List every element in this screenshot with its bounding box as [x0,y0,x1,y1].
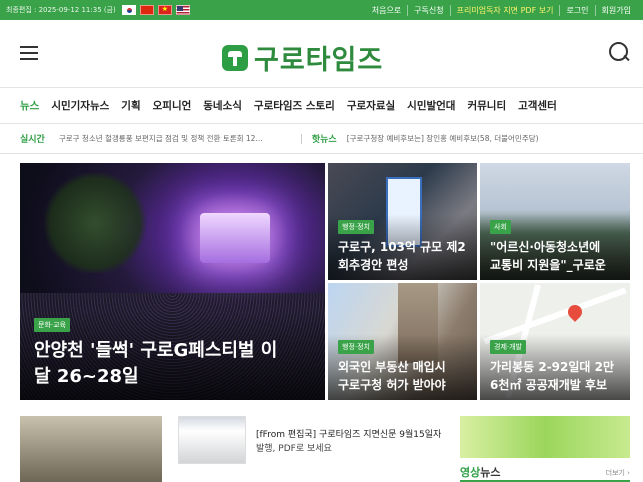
card-title-line: 6천㎡ 공공재개발 후보 [490,378,608,392]
nav-item-citizen-reporter[interactable]: 시민기자뉴스 [51,98,109,113]
video-title-accent: 영상 [460,466,481,479]
signup-link[interactable]: 회원가입 [594,4,637,16]
main-feature-article[interactable]: 문화·교육 안양천 '들썩' 구로G페스티벌 이 달 26~28일 [20,163,325,400]
article-card[interactable]: 경제·개발 가리봉동 2-92일대 2만 6천㎡ 공공재개발 후보 [480,283,630,400]
korean-flag-icon[interactable] [121,5,136,15]
nav-item-opinion[interactable]: 오피니언 [153,98,192,113]
card-title-line: 구로구청 허가 받아야 [338,378,446,392]
article-card[interactable]: 사회 "어르신·아동청소년에 교통비 지원을"_구로운 [480,163,630,280]
ticker-divider [300,133,302,144]
search-icon[interactable] [609,42,631,64]
premium-pdf-link[interactable]: 프리미엄독자 지면 PDF 보기 [449,4,560,16]
hot-news-label: 핫뉴스 [311,135,337,145]
home-link[interactable]: 처음으로 [366,5,407,16]
site-header: 구로타임즈 [0,20,643,88]
nav-item-support[interactable]: 고객센터 [518,98,557,113]
card-title: 구로구, 103억 규모 제2 회추경안 편성 [338,238,467,274]
card-title: 외국인 부동산 매입시 구로구청 허가 받아야 [338,358,467,394]
feature-title-line: 달 26~28일 [34,366,139,387]
site-logo[interactable]: 구로타임즈 [222,38,383,77]
card-title: 가리봉동 2-92일대 2만 6천㎡ 공공재개발 후보 [490,358,620,394]
top-utility-bar: 최종편집 : 2025-09-12 11:35 (금) 처음으로 구독신청 프리… [0,0,643,20]
card-title-line: 외국인 부동산 매입시 [338,360,446,374]
chinese-flag-icon[interactable] [139,5,154,15]
category-badge: 문화·교육 [34,318,70,332]
category-badge: 경제·개발 [490,340,526,354]
card-caption: 행정·정치 외국인 부동산 매입시 구로구청 허가 받아야 [328,334,477,400]
nav-item-community[interactable]: 커뮤니티 [467,98,506,113]
card-caption: 경제·개발 가리봉동 2-92일대 2만 6천㎡ 공공재개발 후보 [480,334,630,400]
nav-item-news[interactable]: 뉴스 [20,98,39,113]
video-news-header: 영상뉴스 더보기 › [460,463,630,482]
article-card[interactable]: 행정·정치 구로구, 103억 규모 제2 회추경안 편성 [328,163,477,280]
card-title-line: "어르신·아동청소년에 [490,240,601,254]
article-card[interactable]: 행정·정치 외국인 부동산 매입시 구로구청 허가 받아야 [328,283,477,400]
card-caption: 사회 "어르신·아동청소년에 교통비 지원을"_구로운 [480,214,630,280]
more-link[interactable]: 더보기 › [606,468,630,478]
nav-item-citizen-voice[interactable]: 시민발언대 [407,98,455,113]
hot-news-headline[interactable]: [구로구청장 예비후보는] 장인홍 예비후보(58, 더불어민주당) [347,133,539,144]
pdf-news-title: [fFrom 편집국] 구로타임즈 지면신문 9월15일자 [256,430,442,440]
category-badge: 행정·정치 [338,220,374,234]
card-title-line: 회추경안 편성 [338,258,409,272]
newspaper-thumbnail[interactable] [178,416,246,464]
pdf-news-subtitle: 발행, PDF로 보세요 [256,444,332,454]
main-nav: 뉴스 시민기자뉴스 기획 오피니언 동네소식 구로타임즈 스토리 구로자료실 시… [0,88,643,124]
card-title-line: 가리봉동 2-92일대 2만 [490,360,615,374]
news-ticker: 실시간 구로구 청소년 헐갱룡풍 보편지급 점검 및 정책 전환 토론회 12.… [0,124,643,154]
logo-text: 구로타임즈 [254,45,384,76]
language-flags [121,5,190,15]
pdf-news-item[interactable]: [fFrom 편집국] 구로타임즈 지면신문 9월15일자 발행, PDF로 보… [256,428,446,456]
feature-caption: 문화·교육 안양천 '들썩' 구로G페스티벌 이 달 26~28일 [20,312,325,400]
card-title-line: 구로구, 103억 규모 제2 [338,240,466,254]
last-edited-date: 최종편집 : 2025-09-12 11:35 (금) [6,6,116,14]
category-badge: 사회 [490,220,511,234]
card-title: "어르신·아동청소년에 교통비 지원을"_구로운 [490,238,620,274]
login-link[interactable]: 로그인 [559,4,594,16]
live-label: 실시간 [20,135,45,145]
us-flag-icon[interactable] [175,5,190,15]
card-caption: 행정·정치 구로구, 103억 규모 제2 회추경안 편성 [328,214,477,280]
feature-title[interactable]: 안양천 '들썩' 구로G페스티벌 이 달 26~28일 [34,338,311,390]
card-title-line: 교통비 지원을"_구로운 [490,258,606,272]
feature-title-line: 안양천 '들썩' 구로G페스티벌 이 [34,340,278,361]
archive-photo[interactable] [20,416,162,482]
top-links: 처음으로 구독신청 프리미엄독자 지면 PDF 보기 로그인 회원가입 [366,4,637,16]
nav-item-local[interactable]: 동네소식 [203,98,242,113]
video-news-title: 영상뉴스 [460,464,501,480]
live-headline[interactable]: 구로구 청소년 헐갱룡풍 보편지급 점검 및 정책 전환 토론회 12... [59,133,291,144]
vietnamese-flag-icon[interactable] [157,5,172,15]
category-badge: 행정·정치 [338,340,374,354]
video-title-rest: 뉴스 [480,466,501,479]
nav-item-story[interactable]: 구로타임즈 스토리 [254,98,335,113]
nav-item-feature[interactable]: 기획 [121,98,140,113]
logo-mark-icon [222,44,248,71]
hamburger-menu-icon[interactable] [20,46,38,60]
tree-silhouette [40,173,150,273]
subscribe-link[interactable]: 구독신청 [407,4,449,16]
video-banner-image[interactable] [460,416,630,458]
nav-item-archive[interactable]: 구로자료실 [347,98,395,113]
